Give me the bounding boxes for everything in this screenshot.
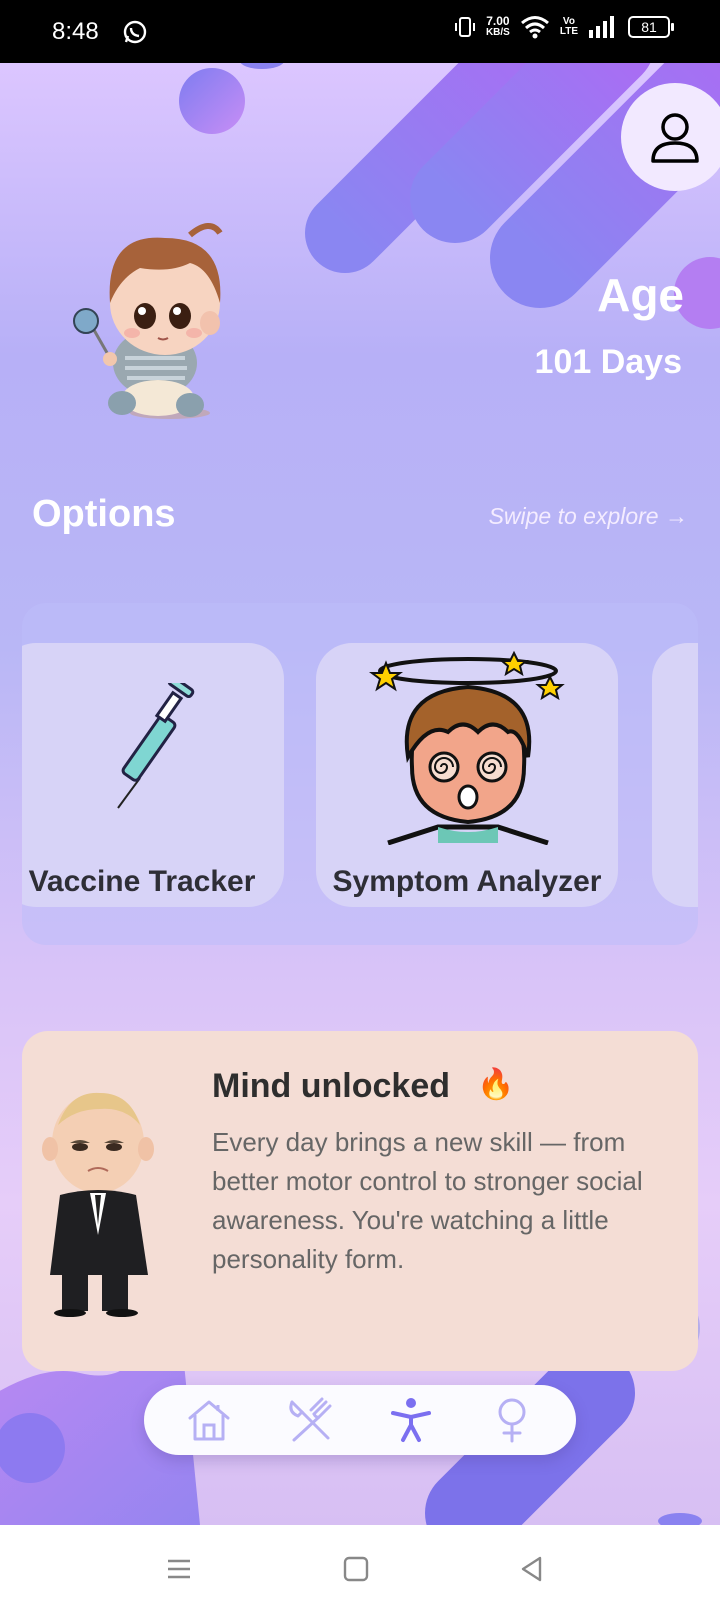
battery-indicator: 81 xyxy=(628,16,674,38)
baby-illustration xyxy=(73,223,223,419)
volte-indicator: Vo LTE xyxy=(560,17,578,37)
insight-title: Mind unlocked xyxy=(212,1067,450,1105)
syringe-icon xyxy=(117,683,195,809)
menu-icon xyxy=(168,1559,190,1579)
system-navigation-bar xyxy=(0,1525,720,1612)
age-value: 101 Days xyxy=(534,343,682,381)
whatsapp-icon xyxy=(123,20,147,44)
nav-home[interactable] xyxy=(181,1392,237,1448)
female-symbol-icon xyxy=(498,1398,525,1443)
options-carousel[interactable]: Vaccine Tracker Symptom Analyzer xyxy=(22,603,698,945)
swipe-hint: Swipe to explore → xyxy=(488,503,688,529)
volte-bottom: LTE xyxy=(559,26,578,37)
status-bar: 8:48 7.00 KB/S Vo LTE 81 xyxy=(0,0,720,63)
user-icon xyxy=(651,113,699,163)
nav-food[interactable] xyxy=(282,1392,338,1448)
signal-icon xyxy=(589,16,614,38)
utensils-icon xyxy=(288,1397,331,1442)
profile-button[interactable] xyxy=(621,83,720,191)
status-time: 8:48 xyxy=(52,18,99,45)
home-icon xyxy=(188,1400,229,1441)
dizzy-boy-illustration xyxy=(369,650,565,845)
nav-activity[interactable] xyxy=(383,1392,439,1448)
insight-card: Mind unlocked 🔥 Every day brings a new s… xyxy=(22,1031,698,1371)
home-button[interactable] xyxy=(340,1553,372,1585)
bottom-navigation xyxy=(144,1385,576,1455)
back-triangle-icon xyxy=(521,1556,542,1582)
insight-body: Every day brings a new skill — from bett… xyxy=(212,1127,643,1274)
back-button[interactable] xyxy=(516,1553,548,1585)
age-label: Age xyxy=(597,269,684,321)
net-speed-value: 7.00 xyxy=(486,14,510,28)
vaccine-tracker-label: Vaccine Tracker xyxy=(28,865,256,898)
nav-female[interactable] xyxy=(484,1392,540,1448)
vibrate-icon xyxy=(454,17,475,37)
symptom-analyzer-label: Symptom Analyzer xyxy=(332,865,602,898)
activity-person-icon xyxy=(390,1398,431,1442)
recents-button[interactable] xyxy=(163,1553,195,1585)
options-title: Options xyxy=(32,493,176,535)
net-speed-unit: KB/S xyxy=(485,27,510,38)
vaccine-tracker-card[interactable]: Vaccine Tracker xyxy=(22,643,284,907)
fire-icon: 🔥 xyxy=(477,1068,515,1101)
next-option-card-peek[interactable] xyxy=(652,643,698,907)
square-icon xyxy=(343,1556,369,1582)
symptom-analyzer-card[interactable]: Symptom Analyzer xyxy=(316,643,618,907)
wifi-icon xyxy=(520,16,549,39)
app-screen: Age 101 Days Options Swipe to explore → … xyxy=(0,63,720,1525)
net-speed: 7.00 KB/S xyxy=(486,15,510,39)
boss-baby-illustration xyxy=(42,1092,154,1317)
